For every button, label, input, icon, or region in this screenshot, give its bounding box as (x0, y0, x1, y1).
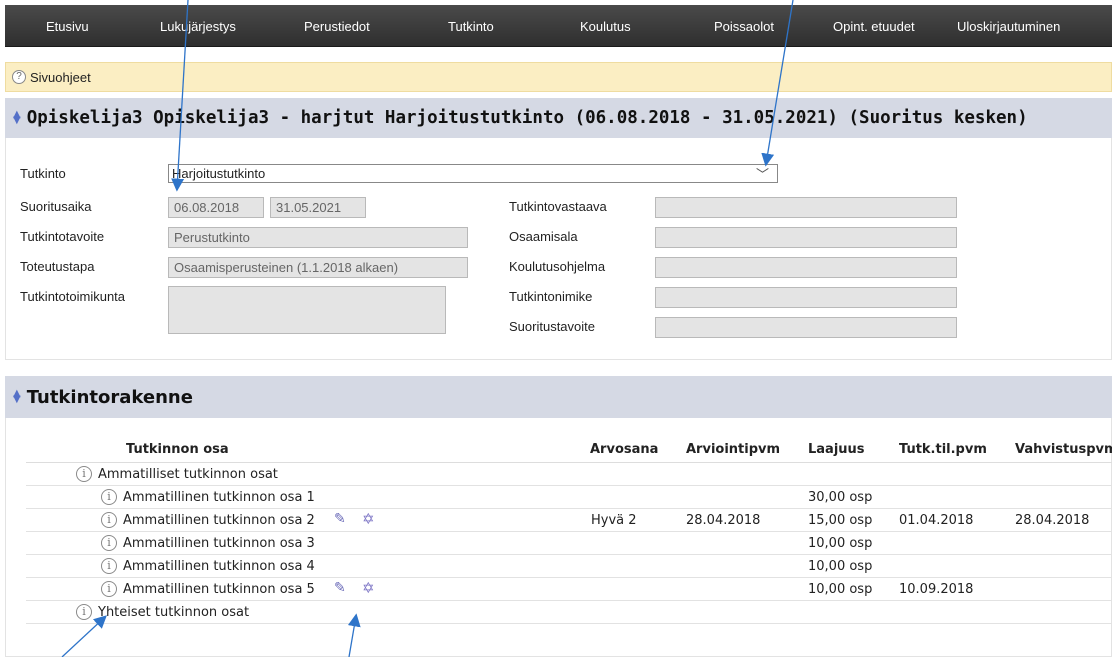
nav-opint-etuudet[interactable]: Opint. etuudet (833, 19, 915, 34)
help-label[interactable]: Sivuohjeet (30, 70, 91, 85)
suoritusaika-start-field[interactable]: 06.08.2018 (168, 197, 264, 218)
row-reg: 10.09.2018 (899, 582, 974, 597)
chevron-down-icon: ﹀ (755, 167, 769, 182)
collapse-toggle-icon[interactable]: ▲ ▼ (13, 389, 21, 405)
info-icon[interactable]: i (76, 604, 92, 620)
structure-section-header[interactable]: ▲ ▼ Tutkintorakenne (5, 376, 1112, 418)
nav-poissaolot[interactable]: Poissaolot (714, 19, 774, 34)
row-name: Yhteiset tutkinnon osat (98, 605, 250, 620)
row-confirm: 28.04.2018 (1015, 513, 1090, 528)
header-vahvistuspvm[interactable]: Vahvistuspvm (1015, 442, 1112, 457)
row-scope: 30,00 osp (808, 490, 873, 505)
toteutustapa-label: Toteutustapa (20, 259, 95, 274)
tutkinto-label: Tutkinto (20, 166, 66, 181)
row-grade: Hyvä 2 (591, 513, 637, 528)
pencil-icon[interactable]: ✎ (334, 580, 346, 596)
nav-perustiedot[interactable]: Perustiedot (304, 19, 370, 34)
tutkintovastaava-field[interactable] (655, 197, 957, 218)
row-name: Ammatillinen tutkinnon osa 3 (123, 536, 315, 551)
header-tutkinnon-osa[interactable]: Tutkinnon osa (126, 442, 229, 457)
info-icon[interactable]: i (101, 489, 117, 505)
suoritusaika-label: Suoritusaika (20, 199, 92, 214)
header-tutk-til-pvm[interactable]: Tutk.til.pvm (899, 442, 987, 457)
tutkintonimike-field[interactable] (655, 287, 957, 308)
table-row[interactable]: i Yhteiset tutkinnon osat (26, 601, 1112, 624)
table-header: Tutkinnon osa Arvosana Arviointipvm Laaj… (26, 437, 1112, 463)
help-icon: ? (12, 70, 26, 84)
structure-section-title: Tutkintorakenne (26, 386, 193, 408)
pencil-icon[interactable]: ✎ (334, 511, 346, 527)
row-name: Ammatillinen tutkinnon osa 5 (123, 582, 315, 597)
nav-tutkinto[interactable]: Tutkinto (448, 19, 494, 34)
row-reg: 01.04.2018 (899, 513, 974, 528)
tutkinto-select[interactable]: Harjoitustutkinto ﹀ (168, 164, 778, 183)
row-name: Ammatillinen tutkinnon osa 1 (123, 490, 315, 505)
suoritustavoite-label: Suoritustavoite (509, 319, 595, 334)
suoritustavoite-field[interactable] (655, 317, 957, 338)
koulutusohjelma-field[interactable] (655, 257, 957, 278)
tutkintotoimikunta-field[interactable] (168, 286, 446, 334)
nav-uloskirjautuminen[interactable]: Uloskirjautuminen (957, 19, 1060, 34)
osaamisala-field[interactable] (655, 227, 957, 248)
help-bar[interactable]: ? Sivuohjeet (5, 62, 1112, 92)
row-name: Ammatillinen tutkinnon osa 2 (123, 513, 315, 528)
table-row[interactable]: i Ammatillinen tutkinnon osa 1 30,00 osp (26, 486, 1112, 509)
table-row[interactable]: i Ammatillinen tutkinnon osa 4 10,00 osp (26, 555, 1112, 578)
osaamisala-label: Osaamisala (509, 229, 578, 244)
info-icon[interactable]: i (101, 581, 117, 597)
tutkintovastaava-label: Tutkintovastaava (509, 199, 607, 214)
koulutusohjelma-label: Koulutusohjelma (509, 259, 606, 274)
row-scope: 15,00 osp (808, 513, 873, 528)
header-arviointipvm[interactable]: Arviointipvm (686, 442, 780, 457)
tutkinto-select-value: Harjoitustutkinto (172, 166, 266, 181)
info-icon[interactable]: i (101, 512, 117, 528)
star-icon[interactable]: ✡ (362, 579, 375, 597)
header-arvosana[interactable]: Arvosana (590, 442, 658, 457)
info-icon[interactable]: i (101, 535, 117, 551)
main-navigation: Etusivu Lukujärjestys Perustiedot Tutkin… (5, 5, 1112, 47)
header-laajuus[interactable]: Laajuus (808, 442, 865, 457)
row-scope: 10,00 osp (808, 536, 873, 551)
nav-koulutus[interactable]: Koulutus (580, 19, 631, 34)
table-row[interactable]: i Ammatilliset tutkinnon osat (26, 463, 1112, 486)
student-section-header[interactable]: ▲ ▼ Opiskelija3 Opiskelija3 - harjtut Har… (5, 98, 1112, 138)
row-scope: 10,00 osp (808, 582, 873, 597)
table-row[interactable]: i Ammatillinen tutkinnon osa 2 ✎ ✡ Hyvä … (26, 509, 1112, 532)
collapse-toggle-icon[interactable]: ▲ ▼ (13, 110, 21, 126)
tutkintotoimikunta-label: Tutkintotoimikunta (20, 289, 126, 304)
toteutustapa-field[interactable]: Osaamisperusteinen (1.1.2018 alkaen) (168, 257, 468, 278)
row-name: Ammatilliset tutkinnon osat (98, 467, 278, 482)
nav-lukujarjestys[interactable]: Lukujärjestys (160, 19, 236, 34)
tutkintonimike-label: Tutkintonimike (509, 289, 593, 304)
row-scope: 10,00 osp (808, 559, 873, 574)
star-icon[interactable]: ✡ (362, 510, 375, 528)
suoritusaika-end-field[interactable]: 31.05.2021 (270, 197, 366, 218)
table-row[interactable]: i Ammatillinen tutkinnon osa 5 ✎ ✡ 10,00… (26, 578, 1112, 601)
nav-etusivu[interactable]: Etusivu (46, 19, 89, 34)
tutkintotavoite-label: Tutkintotavoite (20, 229, 105, 244)
tutkintotavoite-field[interactable]: Perustutkinto (168, 227, 468, 248)
student-section-title: Opiskelija3 Opiskelija3 - harjtut Harjoi… (26, 108, 1028, 128)
info-icon[interactable]: i (76, 466, 92, 482)
row-name: Ammatillinen tutkinnon osa 4 (123, 559, 315, 574)
table-row[interactable]: i Ammatillinen tutkinnon osa 3 10,00 osp (26, 532, 1112, 555)
row-date: 28.04.2018 (686, 513, 761, 528)
info-icon[interactable]: i (101, 558, 117, 574)
